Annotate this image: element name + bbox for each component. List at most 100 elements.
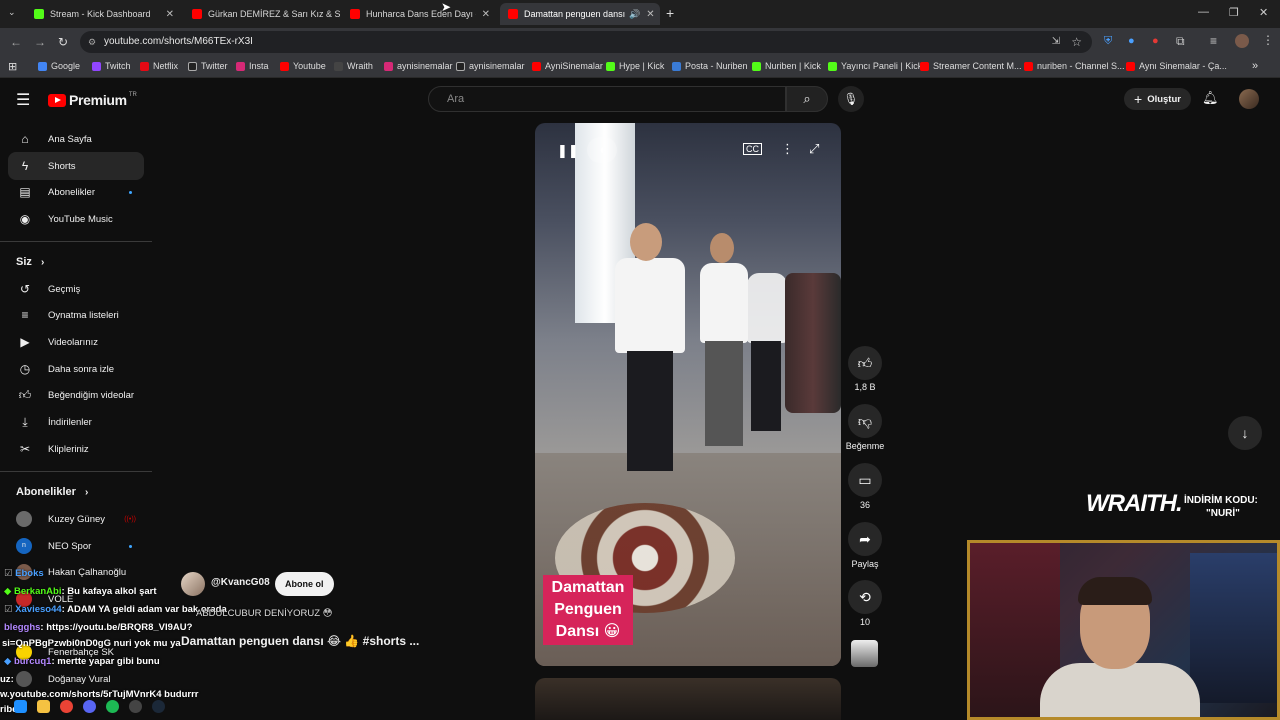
channel-handle[interactable]: @KvancG08 xyxy=(211,577,270,588)
extension-blue-icon[interactable]: ● xyxy=(1128,35,1135,47)
reload-icon[interactable]: ↻ xyxy=(58,35,68,49)
browser-tab-kick[interactable]: Stream - Kick Dashboard ✕ xyxy=(26,3,182,25)
subscribe-button[interactable]: Abone ol xyxy=(275,572,334,596)
sidebar-item-clips[interactable]: ✂ Klipleriniz xyxy=(8,435,144,463)
webcam-blue-light xyxy=(1190,553,1277,703)
scissors-icon: ✂ xyxy=(19,442,31,456)
search-button[interactable]: ⌕ xyxy=(786,86,828,112)
bookmark-yayinci-paneli[interactable]: Yayıncı Paneli | Kick xyxy=(828,61,922,71)
new-tab-icon[interactable]: + xyxy=(666,5,674,21)
bookmark-star-icon[interactable]: ☆ xyxy=(1071,31,1082,53)
bookmark-netflix[interactable]: Netflix xyxy=(140,61,178,71)
chat-message: ◆ burcuq1: mertte yapar gibi bunu xyxy=(4,656,160,667)
next-short-button[interactable]: ↓ xyxy=(1228,416,1262,450)
extension-shield-icon[interactable]: ⛨ xyxy=(1104,35,1112,48)
comments-button[interactable]: ▭ xyxy=(848,463,882,497)
sound-thumbnail[interactable] xyxy=(851,640,878,667)
profile-avatar-icon[interactable] xyxy=(1235,34,1249,48)
sidebar-item-shorts[interactable]: ϟ Shorts xyxy=(8,152,144,180)
volume-icon[interactable]: ◖ xyxy=(587,137,617,163)
more-options-icon[interactable]: ⋮ xyxy=(781,141,794,157)
file-explorer-icon[interactable] xyxy=(37,699,50,713)
close-window-icon[interactable]: ✕ xyxy=(1259,6,1268,19)
next-short-preview[interactable] xyxy=(535,678,841,720)
channel-avatar[interactable] xyxy=(181,572,205,596)
bookmark-aynisinemalar-yt[interactable]: AyniSinemalar xyxy=(532,61,603,71)
close-tab-icon[interactable]: ✕ xyxy=(640,9,654,20)
sidebar-item-downloads[interactable]: ⤓ İndirilenler xyxy=(8,408,144,436)
hamburger-menu-icon[interactable]: ☰ xyxy=(16,90,30,110)
apps-grid-icon[interactable]: ⊞ xyxy=(8,60,17,73)
audio-playing-icon[interactable]: 🔊 xyxy=(629,9,640,20)
browser-tab-damattan[interactable]: Damattan penguen dansı 🔊 ✕ xyxy=(500,3,660,25)
windows-start-icon[interactable] xyxy=(14,699,27,713)
bookmark-aynisinemalar-insta[interactable]: aynisinemalar xyxy=(384,61,453,71)
bookmark-nuriben-channel[interactable]: nuriben - Channel S... xyxy=(1024,61,1125,71)
captions-icon[interactable]: CC xyxy=(743,143,762,155)
bookmark-twitch[interactable]: Twitch xyxy=(92,61,131,71)
browser-menu-icon[interactable]: ⋮ xyxy=(1262,33,1274,47)
chrome-icon[interactable] xyxy=(60,699,73,713)
bookmark-insta[interactable]: Insta xyxy=(236,61,269,71)
discord-icon[interactable] xyxy=(83,699,96,713)
steam-icon[interactable] xyxy=(152,699,165,713)
youtube-premium-logo[interactable]: Premium TR xyxy=(48,92,137,108)
tab-search-icon[interactable]: ⌄ xyxy=(8,7,16,18)
fullscreen-icon[interactable]: ⤢ xyxy=(809,141,819,157)
chat-username: burcuq1 xyxy=(13,656,52,667)
section-heading-you[interactable]: Siz › xyxy=(16,256,44,268)
sidebar-sub-kuzey-guney[interactable]: Kuzey Güney ((•)) xyxy=(8,505,144,533)
sidebar-item-playlists[interactable]: ≡ Oynatma listeleri xyxy=(8,301,144,329)
voice-search-button[interactable]: 🎙 xyxy=(838,86,864,112)
bookmark-aynisinemalar-x[interactable]: aynisinemalar xyxy=(456,61,525,71)
notifications-bell-icon[interactable]: 🔔︎ xyxy=(1202,90,1219,106)
minimize-icon[interactable]: — xyxy=(1198,6,1209,18)
short-title[interactable]: Damattan penguen dansı 😂 👍 #shorts ... xyxy=(181,634,419,648)
spotify-icon[interactable] xyxy=(106,699,119,713)
sidebar-item-music[interactable]: ◉ YouTube Music xyxy=(8,205,144,233)
extensions-puzzle-icon[interactable]: ⧉ xyxy=(1176,34,1185,49)
pause-icon[interactable]: ❚❚ xyxy=(557,143,579,159)
create-button[interactable]: + Oluştur xyxy=(1124,88,1191,110)
browser-tab-gurkan[interactable]: Gürkan DEMİREZ & Sarı Kız & S ✕ xyxy=(184,3,340,25)
bookmark-twitter[interactable]: Twitter xyxy=(188,61,228,71)
youtube-favicon-icon xyxy=(350,9,360,19)
sidebar-item-home[interactable]: ⌂ Ana Sayfa xyxy=(8,125,144,153)
bookmark-streamer-content[interactable]: Streamer Content M... xyxy=(920,61,1022,71)
bookmark-ayni-sinemalar-ca[interactable]: Aynı Sinemalar - Ça... xyxy=(1126,61,1227,71)
remix-button[interactable]: ⟲ xyxy=(848,580,882,614)
url-bar[interactable]: ⚙ youtube.com/shorts/M66TEx-rX3I ☆ ⇲ xyxy=(80,31,1092,53)
sidebar-item-liked[interactable]: 👍︎ Beğendiğim videolar xyxy=(8,381,144,409)
install-app-icon[interactable]: ⇲ xyxy=(1052,31,1060,53)
bookmark-posta[interactable]: Posta - Nuriben xyxy=(672,61,748,71)
bookmark-youtube[interactable]: Youtube xyxy=(280,61,326,71)
obs-icon[interactable] xyxy=(129,699,142,713)
back-icon[interactable]: ← xyxy=(10,35,22,49)
bookmark-hype-kick[interactable]: Hype | Kick xyxy=(606,61,664,71)
site-info-icon[interactable]: ⚙ xyxy=(88,31,96,53)
sidebar-item-label: Geçmiş xyxy=(48,283,81,295)
account-avatar[interactable] xyxy=(1239,89,1259,109)
dislike-button[interactable]: 👎︎ xyxy=(848,404,882,438)
restore-icon[interactable]: ❐ xyxy=(1229,6,1239,19)
extension-red-icon[interactable]: ● xyxy=(1152,35,1159,47)
share-button[interactable]: ➦ xyxy=(848,522,882,556)
sidebar-item-watch-later[interactable]: ◷ Daha sonra izle xyxy=(8,355,144,383)
close-tab-icon[interactable]: ✕ xyxy=(160,9,174,20)
media-control-icon[interactable]: ≡ xyxy=(1210,34,1217,48)
like-button[interactable]: 👍︎ xyxy=(848,346,882,380)
sidebar-item-subscriptions[interactable]: ▤ Abonelikler xyxy=(8,178,144,206)
sidebar-sub-neo-spor[interactable]: n NEO Spor xyxy=(8,532,144,560)
close-tab-icon[interactable]: ✕ xyxy=(476,9,490,20)
more-bookmarks-icon[interactable]: » xyxy=(1252,60,1258,72)
home-icon: ⌂ xyxy=(21,132,29,146)
search-input[interactable]: Ara xyxy=(428,86,786,112)
section-heading-subscriptions[interactable]: Abonelikler › xyxy=(16,486,88,498)
browser-tab-hunharca[interactable]: Hunharca Dans Eden Dayı - You ✕ xyxy=(342,3,498,25)
forward-icon[interactable]: → xyxy=(34,35,46,49)
bookmark-nuriben-kick[interactable]: Nuriben | Kick xyxy=(752,61,821,71)
sidebar-item-your-videos[interactable]: ▶ Videolarınız xyxy=(8,328,144,356)
bookmark-google[interactable]: Google xyxy=(38,61,80,71)
bookmark-wraith[interactable]: Wraith xyxy=(334,61,373,71)
sidebar-item-history[interactable]: ↺ Geçmiş xyxy=(8,275,144,303)
